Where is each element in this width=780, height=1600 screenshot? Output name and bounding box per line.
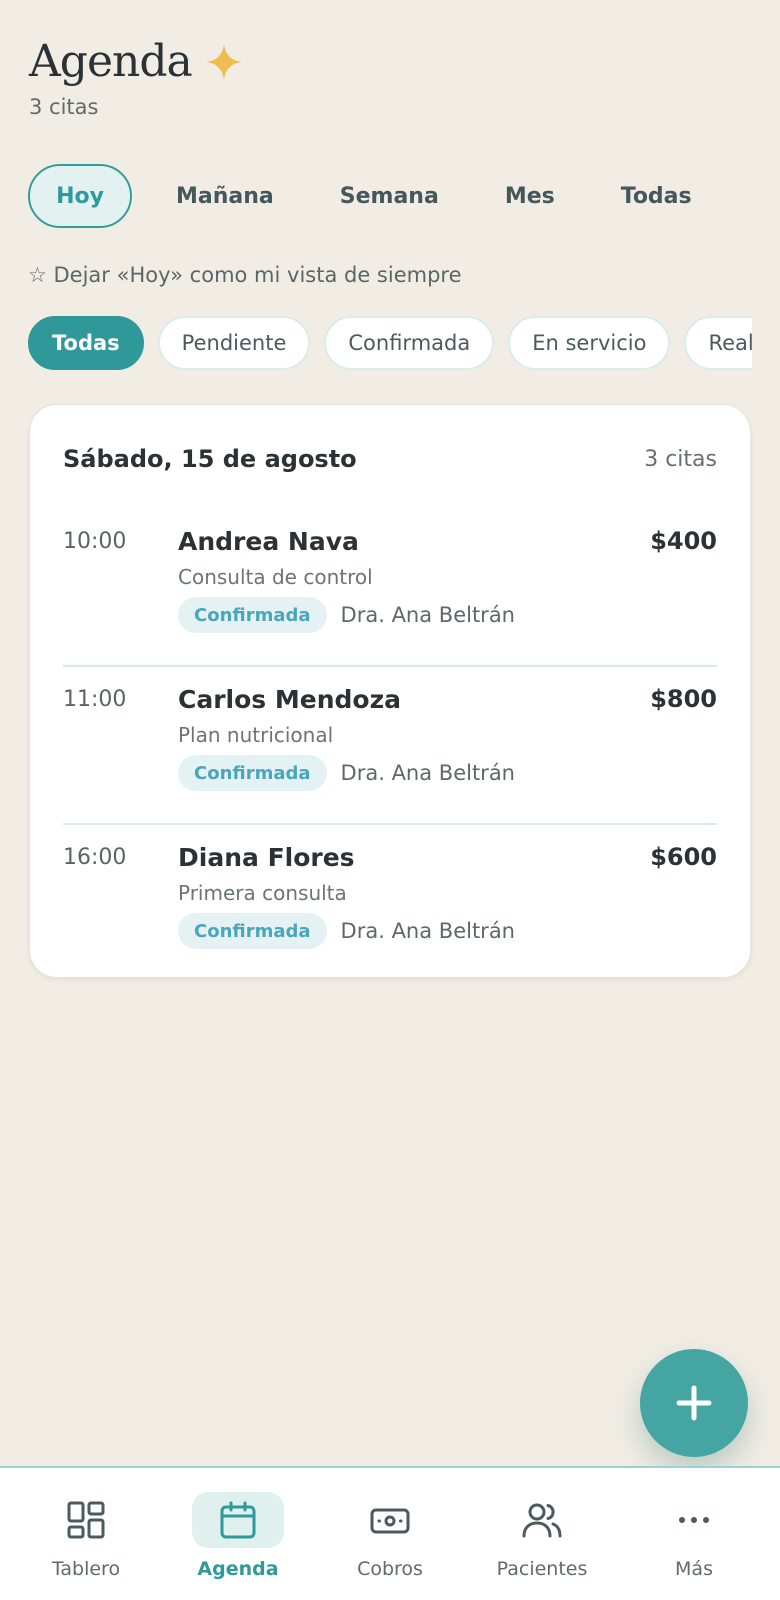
service-name: Plan nutricional (178, 723, 334, 747)
doctor-name: Dra. Ana Beltrán (340, 919, 515, 943)
appointment-time: 11:00 (63, 687, 127, 712)
appointment-meta: Confirmada Dra. Ana Beltrán (178, 913, 515, 949)
day-card: Sábado, 15 de agosto 3 citas 10:00 Andre… (29, 404, 751, 978)
nav-agenda[interactable]: Agenda (168, 1468, 308, 1600)
nav-label: Más (675, 1558, 713, 1580)
patient-name: Carlos Mendoza (178, 685, 401, 714)
nav-label: Cobros (357, 1558, 423, 1580)
plus-icon (676, 1385, 712, 1421)
appointment-row[interactable]: 11:00 Carlos Mendoza Plan nutricional Co… (63, 667, 717, 825)
status-badge: Confirmada (178, 913, 327, 949)
appointment-time: 16:00 (63, 845, 127, 870)
patient-name: Diana Flores (178, 843, 355, 872)
patient-name: Andrea Nava (178, 527, 359, 556)
appointment-meta: Confirmada Dra. Ana Beltrán (178, 755, 515, 791)
day-date: Sábado, 15 de agosto (63, 445, 357, 473)
status-badge: Confirmada (178, 597, 327, 633)
service-name: Primera consulta (178, 881, 347, 905)
status-badge: Confirmada (178, 755, 327, 791)
appointment-price: $600 (650, 843, 717, 871)
appointment-meta: Confirmada Dra. Ana Beltrán (178, 597, 515, 633)
status-filters: Todas Pendiente Confirmada En servicio R… (28, 316, 752, 370)
nav-tablero[interactable]: Tablero (16, 1468, 156, 1600)
tab-manana[interactable]: Mañana (154, 164, 296, 228)
set-default-view-link[interactable]: ☆ Dejar «Hoy» como mi vista de siempre (28, 263, 462, 287)
banknote-icon (370, 1508, 410, 1534)
page-title: Agenda (29, 36, 193, 87)
filter-confirmada[interactable]: Confirmada (324, 316, 495, 370)
tab-todas[interactable]: Todas (599, 164, 714, 228)
service-name: Consulta de control (178, 565, 373, 589)
tab-hoy[interactable]: Hoy (28, 164, 132, 228)
grid-icon (67, 1501, 105, 1539)
nav-cobros[interactable]: Cobros (320, 1468, 460, 1600)
page-header: Agenda 3 citas (29, 36, 244, 119)
period-tabs: Hoy Mañana Semana Mes Todas (28, 164, 714, 228)
users-icon (522, 1503, 562, 1538)
nav-label: Agenda (197, 1558, 279, 1580)
calendar-icon (220, 1501, 256, 1539)
appointment-price: $400 (650, 527, 717, 555)
filter-pendiente[interactable]: Pendiente (157, 316, 311, 370)
appointment-row[interactable]: 10:00 Andrea Nava Consulta de control Co… (63, 509, 717, 667)
filter-todas[interactable]: Todas (28, 316, 144, 370)
more-icon (679, 1517, 709, 1523)
nav-label: Tablero (51, 1558, 121, 1580)
nav-mas[interactable]: Más (624, 1468, 764, 1600)
tab-semana[interactable]: Semana (318, 164, 461, 228)
filter-realizada[interactable]: Realizada (684, 316, 752, 370)
add-appointment-button[interactable] (640, 1349, 748, 1457)
appointment-time: 10:00 (63, 529, 127, 554)
bottom-nav: Tablero Agenda Cobros Pacientes Más (0, 1466, 780, 1600)
day-card-header: Sábado, 15 de agosto 3 citas (63, 405, 717, 509)
doctor-name: Dra. Ana Beltrán (340, 761, 515, 785)
tab-mes[interactable]: Mes (483, 164, 577, 228)
title-row: Agenda (29, 36, 244, 87)
appointment-row[interactable]: 16:00 Diana Flores Primera consulta Conf… (63, 825, 717, 983)
nav-pacientes[interactable]: Pacientes (472, 1468, 612, 1600)
appointment-price: $800 (650, 685, 717, 713)
sparkle-icon (205, 43, 242, 80)
filter-en-servicio[interactable]: En servicio (508, 316, 671, 370)
day-appointments-count: 3 citas (644, 446, 717, 472)
nav-label: Pacientes (496, 1558, 588, 1580)
appointments-count: 3 citas (29, 95, 99, 119)
doctor-name: Dra. Ana Beltrán (340, 603, 515, 627)
